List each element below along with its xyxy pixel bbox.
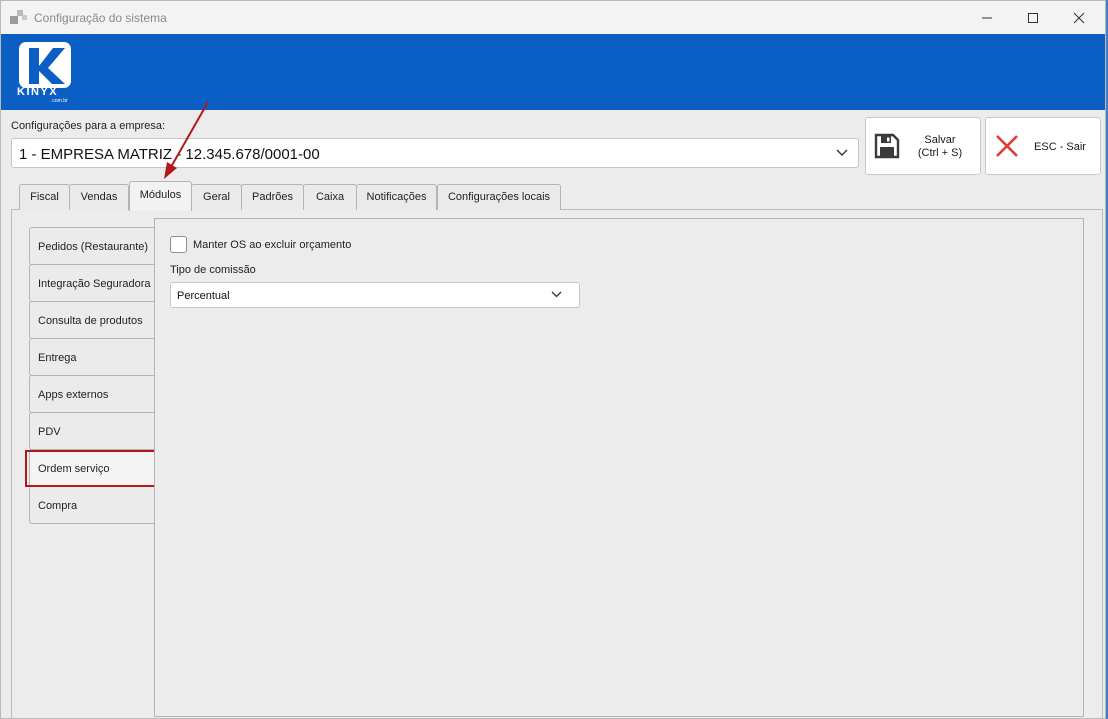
chevron-down-icon xyxy=(551,291,562,298)
app-icon xyxy=(10,10,27,24)
save-label-line2: (Ctrl + S) xyxy=(917,147,963,159)
maximize-button[interactable] xyxy=(1010,1,1056,34)
module-tab-integracao-seguradora[interactable]: Integração Seguradora xyxy=(29,264,155,302)
tab-vendas[interactable]: Vendas xyxy=(69,184,129,210)
company-selected-value: 1 - EMPRESA MATRIZ - 12.345.678/0001-00 xyxy=(19,146,320,163)
tab-geral[interactable]: Geral xyxy=(191,184,242,210)
window-title: Configuração do sistema xyxy=(34,11,167,25)
tab-notificacoes[interactable]: Notificações xyxy=(356,184,437,210)
keep-os-checkbox[interactable] xyxy=(170,236,187,253)
floppy-disk-icon xyxy=(874,133,900,159)
close-x-icon xyxy=(996,135,1018,157)
save-button[interactable]: Salvar (Ctrl + S) xyxy=(865,117,981,175)
company-select[interactable]: 1 - EMPRESA MATRIZ - 12.345.678/0001-00 xyxy=(11,138,859,168)
tab-fiscal[interactable]: Fiscal xyxy=(19,184,70,210)
tab-modulos[interactable]: Módulos xyxy=(129,181,192,211)
commission-type-select[interactable]: Percentual xyxy=(170,282,580,308)
exit-label: ESC - Sair xyxy=(1034,141,1086,153)
minimize-button[interactable] xyxy=(964,1,1010,34)
module-tab-pdv[interactable]: PDV xyxy=(29,412,155,450)
logo-wordmark: KINYX xyxy=(17,86,59,98)
title-bar[interactable]: Configuração do sistema xyxy=(1,1,1105,34)
tab-padroes[interactable]: Padrões xyxy=(241,184,304,210)
exit-button[interactable]: ESC - Sair xyxy=(985,117,1101,175)
settings-window: Configuração do sistema KINYX .com.br Co… xyxy=(0,0,1106,719)
company-label: Configurações para a empresa: xyxy=(11,120,166,132)
save-label-line1: Salvar xyxy=(924,134,956,146)
module-tab-compra[interactable]: Compra xyxy=(29,486,155,524)
module-tab-pedidos-restaurante[interactable]: Pedidos (Restaurante) xyxy=(29,227,155,265)
close-window-button[interactable] xyxy=(1056,1,1102,34)
save-label: Salvar (Ctrl + S) xyxy=(914,134,966,160)
maximize-icon xyxy=(1028,12,1038,23)
close-icon xyxy=(1073,12,1085,23)
tab-caixa[interactable]: Caixa xyxy=(303,184,357,210)
tab-configuracoes-locais[interactable]: Configurações locais xyxy=(437,184,561,210)
module-tab-apps-externos[interactable]: Apps externos xyxy=(29,375,155,413)
module-tab-entrega[interactable]: Entrega xyxy=(29,338,155,376)
logo-domain: .com.br xyxy=(51,98,68,104)
minimize-icon xyxy=(982,17,992,18)
commission-type-value: Percentual xyxy=(177,290,230,302)
commission-type-label: Tipo de comissão xyxy=(170,264,256,276)
brand-banner: KINYX .com.br xyxy=(1,34,1105,110)
keep-os-label[interactable]: Manter OS ao excluir orçamento xyxy=(193,239,351,251)
module-tab-ordem-servico[interactable]: Ordem serviço xyxy=(29,449,155,487)
chevron-down-icon xyxy=(836,149,848,156)
module-tab-consulta-produtos[interactable]: Consulta de produtos xyxy=(29,301,155,339)
